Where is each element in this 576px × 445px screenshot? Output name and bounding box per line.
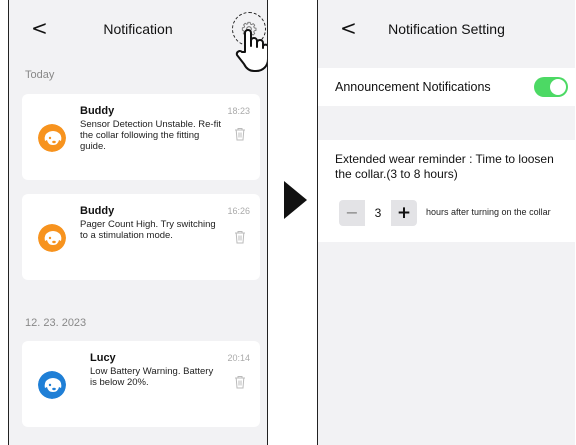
notification-message: Low Battery Warning. Battery is below 20… [90, 366, 214, 388]
notification-setting-screen: < Notification Setting Announcement Noti… [317, 0, 575, 445]
trash-icon[interactable] [234, 127, 246, 141]
hours-stepper: − 3 + [339, 200, 417, 226]
back-icon[interactable]: < [340, 16, 357, 40]
toggle-knob [550, 79, 566, 95]
dog-icon [38, 371, 66, 399]
arrow-right-icon [284, 181, 307, 219]
notification-time: 18:23 [227, 106, 250, 116]
hours-value[interactable]: 3 [365, 200, 391, 226]
announcement-label: Announcement Notifications [335, 80, 491, 94]
announcement-toggle[interactable] [534, 77, 568, 97]
notification-screen: < Notification Today Buddy 18:23 Sensor … [8, 0, 268, 445]
notification-card[interactable]: Lucy 20:14 Low Battery Warning. Battery … [22, 341, 260, 427]
page-title: Notification Setting [388, 21, 505, 37]
dog-icon [38, 124, 66, 152]
notification-message: Sensor Detection Unstable. Re-fit the co… [80, 119, 221, 152]
trash-icon[interactable] [234, 230, 246, 244]
increment-button[interactable]: + [391, 200, 417, 226]
pet-name: Buddy [80, 105, 115, 117]
trash-icon[interactable] [234, 375, 246, 389]
notification-time: 20:14 [227, 353, 250, 363]
decrement-button[interactable]: − [339, 200, 365, 226]
setting-header: < Notification Setting [318, 0, 575, 58]
extended-wear-description: Extended wear reminder : Time to loosen … [335, 152, 554, 181]
page-title: Notification [103, 21, 173, 37]
section-label-today: Today [25, 69, 55, 81]
notification-message: Pager Count High. Try switching to a sti… [80, 219, 216, 241]
notification-card[interactable]: Buddy 18:23 Sensor Detection Unstable. R… [22, 94, 260, 180]
dog-icon [38, 224, 66, 252]
hours-suffix: hours after turning on the collar [426, 207, 551, 217]
notification-card[interactable]: Buddy 16:26 Pager Count High. Try switch… [22, 194, 260, 280]
notification-time: 16:26 [227, 206, 250, 216]
pet-name: Lucy [90, 352, 116, 364]
hand-pointer-icon [235, 29, 267, 72]
pet-name: Buddy [80, 205, 115, 217]
notification-header: < Notification [9, 0, 267, 58]
section-label-date: 12. 23. 2023 [25, 317, 87, 329]
